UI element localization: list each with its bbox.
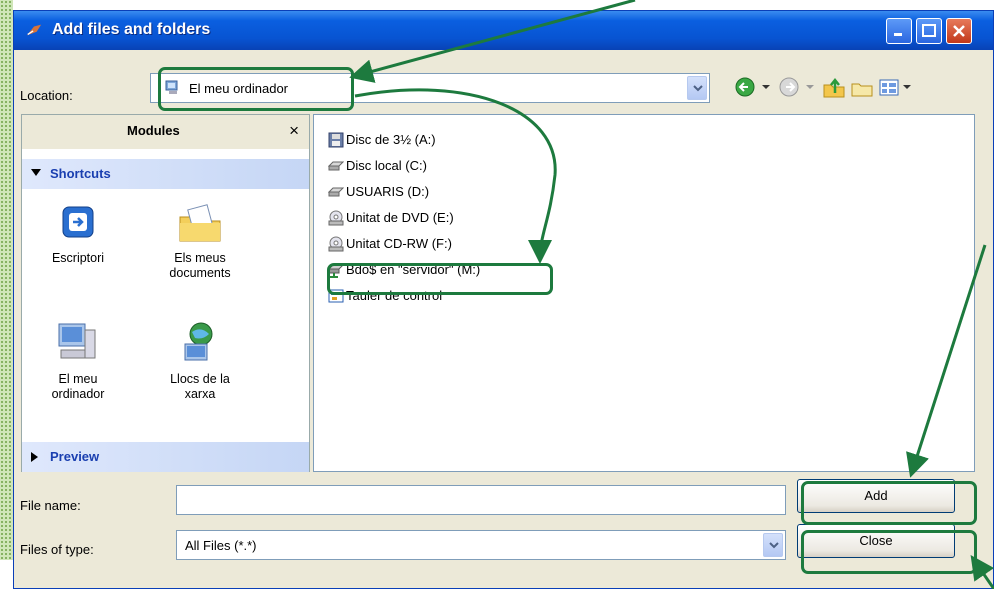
arrow-to-add (906, 244, 987, 478)
annotation-arrows (349, 0, 994, 589)
arrow-to-location (349, 0, 636, 83)
arrow-to-close (970, 555, 994, 589)
arrow-to-network-drive (354, 88, 557, 264)
